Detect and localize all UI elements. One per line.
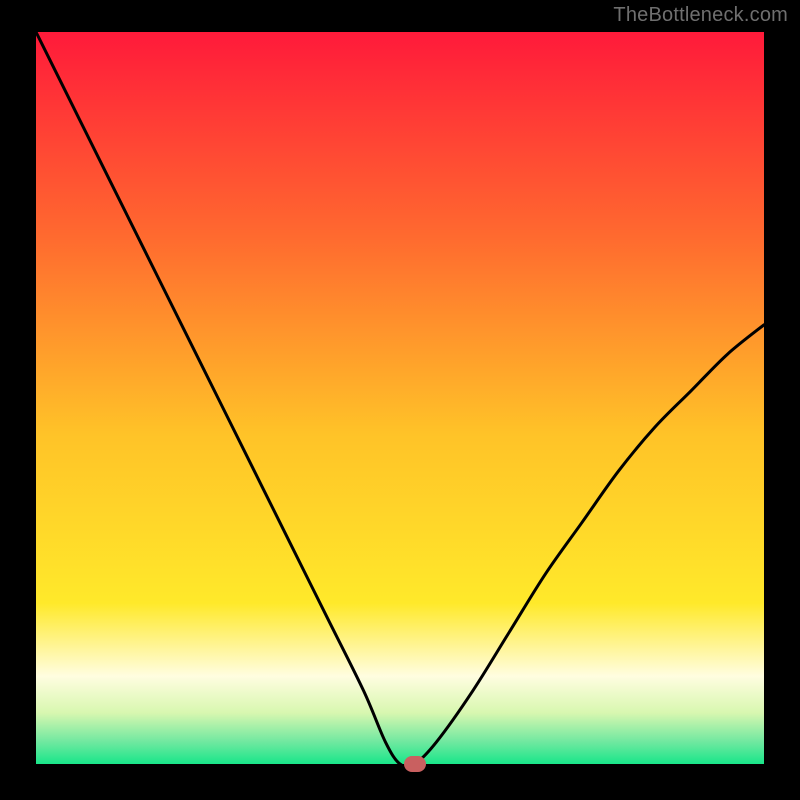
plot-area xyxy=(36,32,764,764)
chart-frame: TheBottleneck.com xyxy=(0,0,800,800)
plot-svg xyxy=(36,32,764,764)
watermark-text: TheBottleneck.com xyxy=(613,4,788,27)
optimal-marker xyxy=(404,756,426,772)
gradient-background xyxy=(36,32,764,764)
